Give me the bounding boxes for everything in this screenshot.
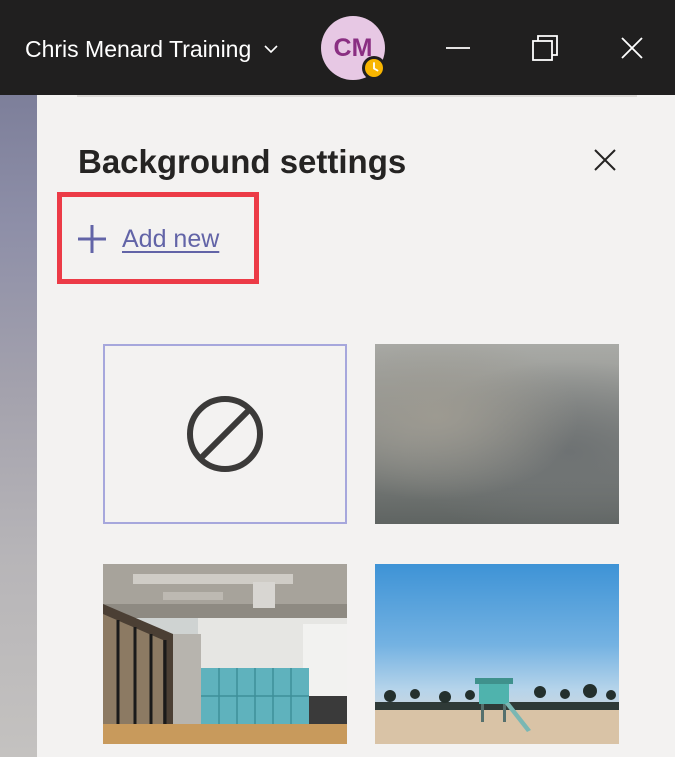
- close-icon: [621, 37, 643, 59]
- org-name: Chris Menard Training: [25, 35, 252, 62]
- plus-icon: [78, 225, 106, 253]
- add-new-label: Add new: [122, 224, 220, 253]
- video-preview-edge: [0, 95, 37, 757]
- no-effect-icon: [187, 396, 263, 472]
- minimize-icon: [446, 47, 470, 49]
- office-image: [103, 564, 347, 744]
- divider: [77, 95, 637, 97]
- window-close-button[interactable]: [612, 28, 652, 68]
- beach-image: [375, 678, 619, 744]
- panel-close-button[interactable]: [590, 145, 620, 175]
- add-new-button[interactable]: Add new: [76, 223, 219, 255]
- background-tile-office[interactable]: [103, 564, 347, 744]
- restore-icon: [532, 35, 558, 61]
- background-settings-panel: Background settings Add new: [37, 95, 675, 757]
- panel-title: Background settings: [78, 143, 407, 180]
- chevron-down-icon: [264, 45, 278, 54]
- minimize-button[interactable]: [438, 28, 478, 68]
- presence-away-icon: [362, 56, 386, 80]
- restore-button[interactable]: [525, 28, 565, 68]
- background-tile-blur[interactable]: [375, 344, 619, 524]
- org-switcher[interactable]: Chris Menard Training: [25, 32, 279, 66]
- title-bar: Chris Menard Training CM: [0, 0, 675, 95]
- background-tile-beach[interactable]: [375, 564, 619, 744]
- close-icon: [594, 149, 616, 171]
- background-tile-none[interactable]: [103, 344, 347, 524]
